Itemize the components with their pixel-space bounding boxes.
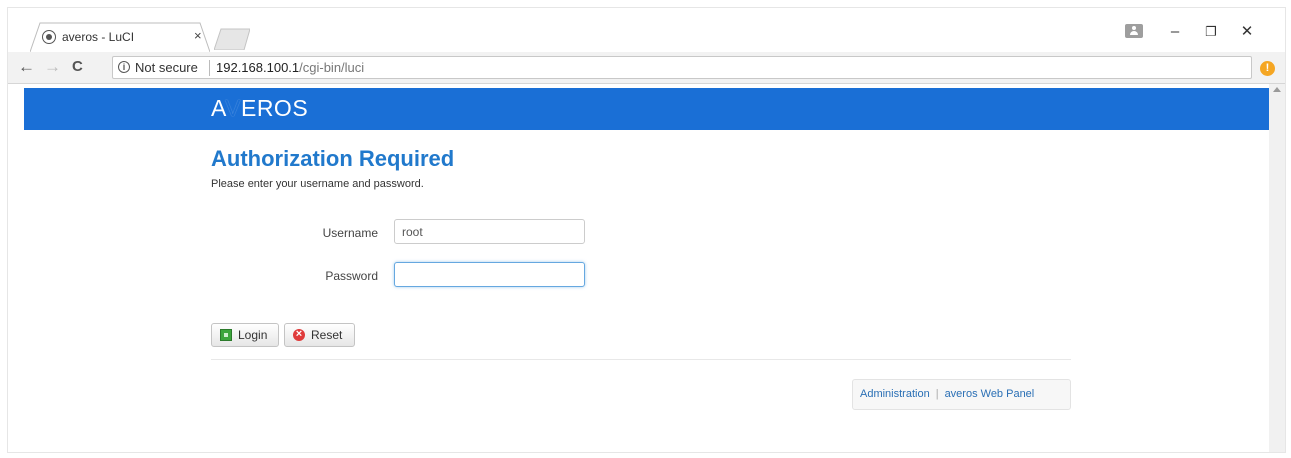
url-host: 192.168.100.1	[216, 60, 300, 75]
reload-icon[interactable]: C	[72, 58, 83, 75]
vertical-scrollbar[interactable]	[1269, 84, 1285, 452]
averos-logo[interactable]: AVEROS	[211, 95, 308, 122]
page-header: AVEROS	[24, 88, 1269, 130]
browser-tab[interactable]: averos - LuCI ×	[30, 22, 210, 52]
footer-web-panel-link[interactable]: averos Web Panel	[945, 388, 1035, 400]
address-separator	[209, 60, 210, 76]
page-description: Please enter your username and password.	[211, 178, 424, 190]
url-path: /cgi-bin/luci	[299, 60, 365, 75]
tab-strip: averos - LuCI × – ❐ ✕	[8, 8, 1285, 52]
browser-window: averos - LuCI × – ❐ ✕ ← → C i Not secure…	[7, 7, 1286, 453]
scroll-up-arrow-icon[interactable]	[1273, 87, 1281, 92]
address-bar[interactable]: i Not secure 192.168.100.1/cgi-bin/luci …	[112, 56, 1252, 79]
info-icon[interactable]: i	[118, 61, 130, 73]
reset-button-label: Reset	[311, 328, 343, 342]
footer-links: Administration | averos Web Panel	[852, 379, 1071, 410]
tab-close-icon[interactable]: ×	[194, 28, 202, 43]
extension-alert-icon[interactable]: !	[1260, 61, 1275, 76]
password-field[interactable]	[394, 262, 585, 287]
tab-favicon-icon	[42, 30, 56, 44]
username-field[interactable]	[394, 219, 585, 244]
close-window-icon[interactable]: ✕	[1237, 22, 1257, 42]
username-label: Username	[322, 226, 378, 240]
back-icon[interactable]: ←	[18, 57, 35, 77]
logo-letters-eros: EROS	[240, 95, 309, 121]
profile-icon[interactable]	[1125, 24, 1143, 38]
login-button-label: Login	[238, 328, 268, 342]
reset-icon	[293, 323, 305, 345]
footer-separator: |	[935, 388, 939, 400]
footer-administration-link[interactable]: Administration	[860, 388, 930, 400]
new-tab-button[interactable]	[214, 28, 250, 50]
restore-icon[interactable]: ❐	[1201, 22, 1221, 42]
browser-toolbar: ← → C i Not secure 192.168.100.1/cgi-bin…	[8, 52, 1285, 84]
page-title: Authorization Required	[211, 146, 455, 171]
not-secure-label[interactable]: Not secure	[135, 60, 198, 75]
login-button[interactable]: Login	[211, 323, 279, 347]
logo-letter-v: V	[225, 95, 241, 121]
minimize-icon[interactable]: –	[1165, 22, 1185, 42]
forward-icon[interactable]: →	[44, 57, 61, 77]
url-text[interactable]: 192.168.100.1/cgi-bin/luci	[216, 60, 364, 75]
logo-letter-a: A	[211, 95, 226, 121]
login-icon	[220, 329, 232, 341]
content-divider	[211, 359, 1071, 360]
tab-title: averos - LuCI	[62, 30, 135, 44]
password-label: Password	[325, 269, 378, 283]
reset-button[interactable]: Reset	[284, 323, 355, 347]
page-viewport: AVEROS Authorization Required Please ent…	[8, 84, 1285, 452]
